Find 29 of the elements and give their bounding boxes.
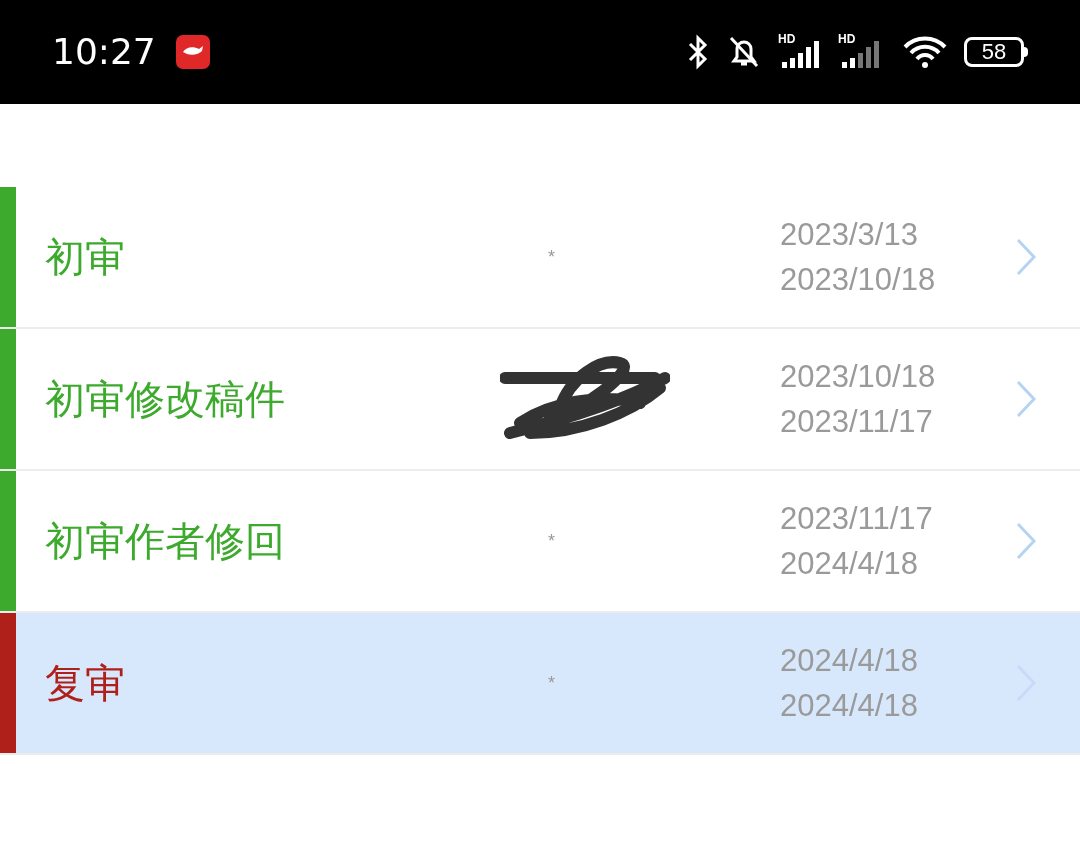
stage-title: 初审修改稿件 (45, 375, 286, 424)
date-text: 2023/10/18 (780, 361, 937, 392)
list-row[interactable]: 初审 * 2023/3/13 2023/10/18 (0, 187, 1080, 329)
date-text: 2023/11/17 (780, 503, 934, 534)
list-row[interactable]: 复审 * 2024/4/18 2024/4/18 (0, 613, 1080, 755)
wifi-icon (902, 35, 948, 69)
asterisk-mark: * (548, 671, 555, 695)
list-row[interactable]: 初审修改稿件 2023/10/18 2023/11/17 (0, 329, 1080, 471)
date-text: 2024/4/18 (780, 548, 919, 579)
date-text: 2024/4/18 (780, 645, 919, 676)
hd-label: HD (778, 33, 796, 45)
bluetooth-icon (686, 34, 710, 70)
chevron-right-icon (1015, 379, 1037, 419)
date-text: 2023/11/17 (780, 406, 934, 437)
asterisk-mark: * (548, 529, 555, 553)
chevron-right-icon (1015, 237, 1037, 277)
date-text: 2023/10/18 (780, 264, 937, 295)
stage-title: 初审 (45, 233, 126, 282)
stage-title: 初审作者修回 (45, 517, 286, 566)
date-text: 2023/3/13 (780, 219, 919, 250)
date-text: 2024/4/18 (780, 690, 919, 721)
battery-level: 58 (981, 41, 1007, 63)
app-notification-icon (175, 35, 210, 69)
chevron-right-icon (1015, 521, 1037, 561)
hd-label: HD (838, 33, 856, 45)
clock-time: 10:27 (52, 30, 156, 74)
asterisk-mark: * (548, 245, 555, 269)
stage-title: 复审 (45, 659, 126, 708)
list-row[interactable]: 初审作者修回 * 2023/11/17 2024/4/18 (0, 471, 1080, 613)
